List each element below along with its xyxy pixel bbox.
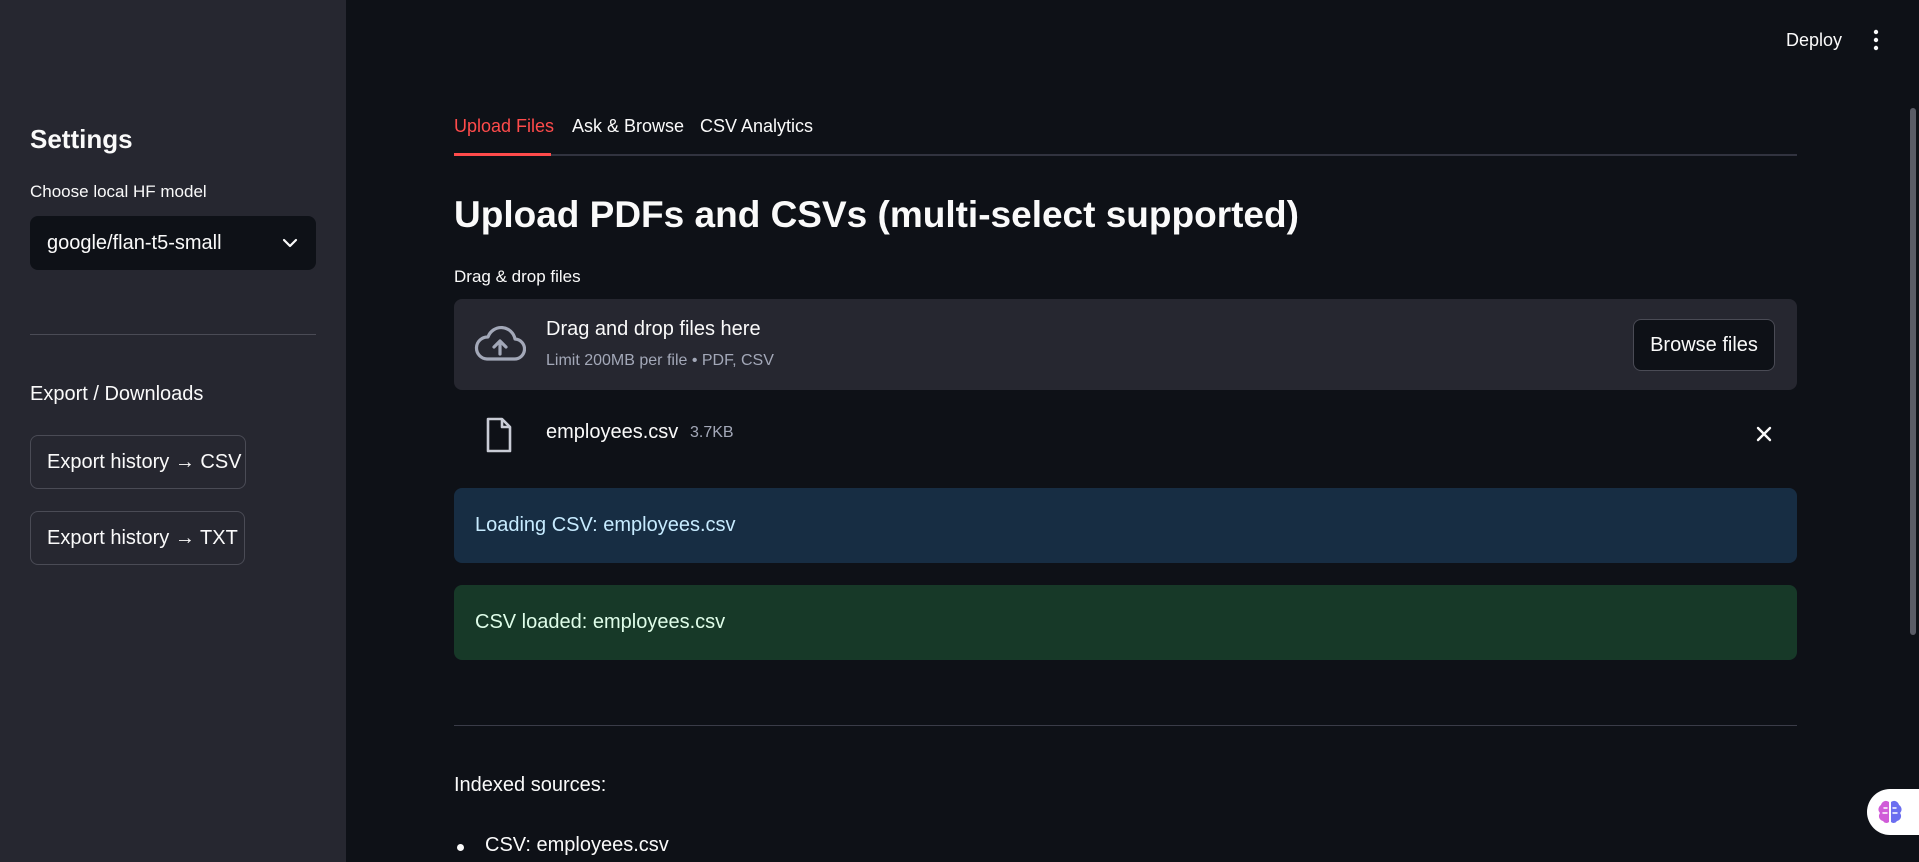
uploader-label: Drag & drop files bbox=[454, 267, 581, 286]
info-alert: Loading CSV: employees.csv bbox=[454, 488, 1797, 563]
active-tab-indicator bbox=[454, 153, 551, 156]
success-alert: CSV loaded: employees.csv bbox=[454, 585, 1797, 660]
model-select-label: Choose local HF model bbox=[30, 182, 207, 201]
dropzone-title: Drag and drop files here bbox=[546, 318, 761, 340]
brain-icon bbox=[1878, 800, 1902, 823]
sidebar-divider bbox=[30, 334, 316, 335]
scrollbar[interactable] bbox=[1910, 108, 1916, 635]
page-title: Upload PDFs and CSVs (multi-select suppo… bbox=[454, 194, 1299, 235]
file-name: employees.csv bbox=[546, 421, 679, 443]
export-csv-button[interactable]: Export history → CSV bbox=[30, 435, 246, 489]
export-txt-button[interactable]: Export history → TXT bbox=[30, 511, 245, 565]
model-select-value: google/flan-t5-small bbox=[47, 231, 222, 254]
cloud-upload-icon bbox=[474, 326, 526, 361]
list-item: CSV: employees.csv bbox=[454, 834, 669, 857]
close-icon[interactable] bbox=[1753, 423, 1775, 445]
deploy-button[interactable]: Deploy bbox=[1786, 30, 1842, 51]
tab-bar: Upload Files Ask & Browse CSV Analytics bbox=[454, 112, 1797, 156]
file-dropzone[interactable]: Drag and drop files here Limit 200MB per… bbox=[454, 299, 1797, 390]
section-divider bbox=[454, 725, 1797, 726]
app-root: Settings Choose local HF model google/fl… bbox=[0, 0, 1919, 862]
indexed-sources-label: Indexed sources: bbox=[454, 774, 607, 796]
tab-ask-browse[interactable]: Ask & Browse bbox=[572, 116, 684, 137]
model-select[interactable]: google/flan-t5-small bbox=[30, 216, 316, 270]
tab-csv-analytics[interactable]: CSV Analytics bbox=[700, 116, 813, 137]
uploaded-file-row: employees.csv 3.7KB bbox=[454, 409, 1797, 459]
chevron-down-icon bbox=[282, 238, 298, 248]
file-icon bbox=[486, 417, 512, 453]
tab-upload-files[interactable]: Upload Files bbox=[454, 116, 554, 137]
tab-bar-line bbox=[454, 154, 1797, 156]
sidebar: Settings Choose local HF model google/fl… bbox=[0, 0, 346, 862]
assistant-badge[interactable] bbox=[1867, 789, 1919, 835]
export-section-title: Export / Downloads bbox=[30, 383, 204, 405]
file-size: 3.7KB bbox=[690, 424, 734, 441]
kebab-menu-icon[interactable] bbox=[1869, 28, 1883, 52]
browse-files-button[interactable]: Browse files bbox=[1633, 319, 1775, 371]
dropzone-limits: Limit 200MB per file • PDF, CSV bbox=[546, 352, 774, 369]
indexed-sources-list: CSV: employees.csv bbox=[454, 834, 669, 857]
sidebar-title: Settings bbox=[30, 124, 133, 154]
